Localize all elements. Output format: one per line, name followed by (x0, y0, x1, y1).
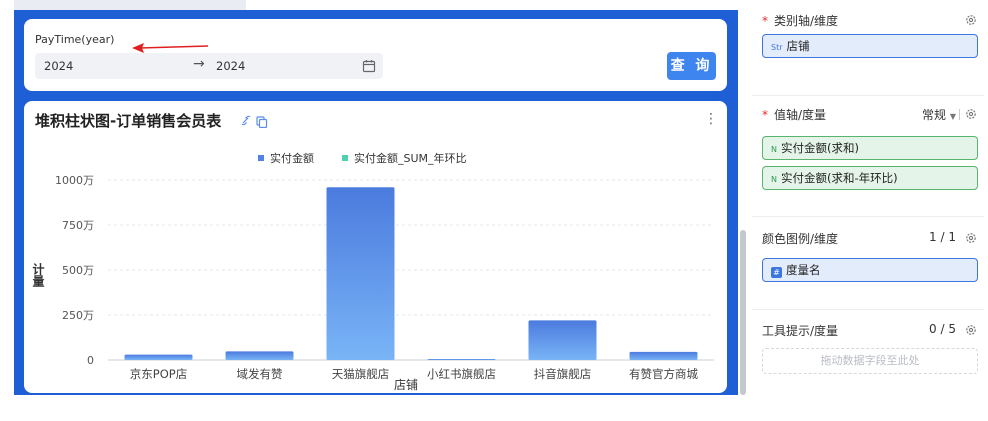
gear-icon[interactable] (964, 231, 978, 245)
color-legend-label: 颜色图例/维度 (762, 232, 839, 246)
gear-icon[interactable] (964, 323, 978, 337)
value-field-pill[interactable]: N 实付金额(求和-年环比) (762, 166, 978, 190)
range-end-value[interactable]: 2024 (216, 59, 245, 73)
legend-swatch[interactable] (258, 155, 264, 161)
y-tick-label: 750万 (62, 219, 94, 232)
bar[interactable] (225, 351, 294, 360)
bar[interactable] (326, 187, 395, 360)
gear-icon[interactable] (964, 107, 978, 121)
caret-down-icon: ▼ (949, 112, 956, 121)
gear-icon[interactable] (964, 13, 978, 27)
divider (752, 95, 984, 96)
calendar-icon[interactable] (362, 59, 376, 73)
scrollbar[interactable] (740, 230, 746, 395)
color-field-pill[interactable]: # 度量名 (762, 258, 978, 282)
y-axis: 1000万 750万 500万 250万 0 (55, 174, 94, 367)
bar[interactable] (427, 359, 496, 360)
chart-grid (108, 179, 714, 361)
y-tick-label: 0 (87, 354, 94, 367)
x-tick-label: 域发有赞 (237, 367, 283, 381)
category-field-pill[interactable]: Str 店铺 (762, 34, 978, 58)
x-tick-label: 天猫旗舰店 (332, 367, 390, 381)
divider (752, 216, 984, 217)
y-tick-label: 250万 (62, 309, 94, 322)
number-type-icon: N (771, 175, 777, 184)
bar[interactable] (528, 320, 597, 360)
tooltip-label: 工具提示/度量 (762, 324, 839, 338)
required-mark: * (762, 108, 768, 122)
chart-legend: 实付金额 实付金额_SUM_年环比 (258, 151, 467, 165)
category-axis-label: 类别轴/维度 (774, 14, 839, 28)
value-field-pill[interactable]: N 实付金额(求和) (762, 136, 978, 160)
aggregation-mode-value: 常规 (922, 108, 947, 122)
legend-label[interactable]: 实付金额 (270, 151, 314, 165)
aggregation-mode-dropdown[interactable]: 常规 ▼ (922, 106, 956, 123)
field-count: 1 / 1 (929, 230, 956, 244)
x-tick-label: 小红书旗舰店 (427, 367, 496, 381)
bar-chart: 实付金额 实付金额_SUM_年环比 1000万 750万 500万 250万 0 京东PO… (31, 151, 714, 392)
filter-card: PayTime(year) 2024 → 2024 查 询 (24, 19, 727, 91)
dashboard-canvas: PayTime(year) 2024 → 2024 查 询 堆积柱状图-订单销售… (14, 0, 738, 395)
y-axis-label: 计量 (31, 262, 45, 287)
year-range-picker[interactable]: 2024 → 2024 (35, 53, 383, 79)
legend-label[interactable]: 实付金额_SUM_年环比 (354, 151, 467, 165)
string-type-icon: Str (771, 43, 783, 52)
bar[interactable] (629, 351, 698, 360)
y-tick-label: 1000万 (55, 174, 94, 187)
x-tick-label: 京东POP店 (130, 367, 187, 381)
field-name: 度量名 (786, 263, 821, 277)
bar-series (124, 187, 698, 360)
required-mark: * (762, 14, 768, 28)
more-options-icon[interactable]: ⋮ (704, 111, 718, 129)
field-name: 实付金额(求和-年环比) (780, 171, 898, 185)
top-strip (14, 0, 246, 10)
x-axis-label: 店铺 (394, 378, 418, 392)
chart-title: 堆积柱状图-订单销售会员表 (35, 112, 222, 130)
category-axis-section: * 类别轴/维度 Str 店铺 (762, 12, 978, 58)
x-tick-label: 有赞官方商城 (629, 367, 698, 381)
field-name: 实付金额(求和) (780, 141, 859, 155)
y-tick-label: 500万 (62, 264, 94, 277)
range-start-value[interactable]: 2024 (44, 59, 73, 73)
filter-label: PayTime(year) (35, 33, 115, 46)
tooltip-section: 工具提示/度量 0 / 5 拖动数据字段至此处 (762, 322, 978, 374)
field-name: 店铺 (786, 39, 810, 53)
value-axis-label: 值轴/度量 (774, 108, 827, 122)
x-tick-label: 抖音旗舰店 (534, 367, 592, 381)
query-button[interactable]: 查 询 (667, 52, 716, 80)
legend-swatch[interactable] (342, 155, 348, 161)
bar[interactable] (124, 354, 193, 360)
hash-icon: # (771, 267, 782, 278)
copy-icon[interactable] (256, 116, 268, 128)
range-separator: → (193, 56, 205, 72)
color-legend-section: 颜色图例/维度 1 / 1 # 度量名 (762, 230, 978, 282)
link-icon[interactable] (241, 115, 251, 126)
tooltip-dropzone[interactable]: 拖动数据字段至此处 (762, 348, 978, 374)
divider (752, 309, 984, 310)
title-actions (241, 115, 268, 128)
divider (959, 109, 960, 120)
value-axis-section: * 值轴/度量 常规 ▼ N 实付金额(求和) N 实付金额(求和-年环比) (762, 106, 978, 190)
chart-card: 堆积柱状图-订单销售会员表 ⋮ 实付金额 实付金额_SUM_年环比 1000万 75… (24, 101, 727, 393)
number-type-icon: N (771, 145, 777, 154)
field-count: 0 / 5 (929, 322, 956, 336)
